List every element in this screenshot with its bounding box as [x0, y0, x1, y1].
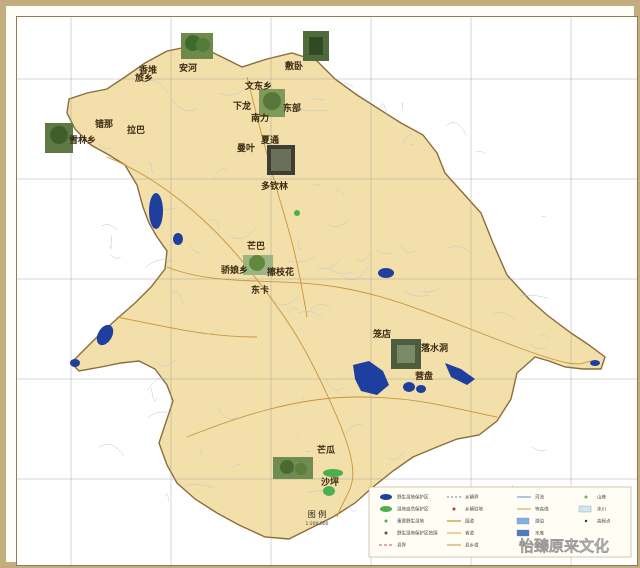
legend-item: 山峰	[597, 494, 606, 501]
place-label-nanla: 南力	[251, 112, 269, 124]
place-label-laba: 拉巴	[127, 124, 145, 136]
legend-item: 省道	[465, 530, 474, 537]
stream	[476, 151, 486, 154]
map-canvas: 香堆 安河 旅乡 文东乡 敷卧 东部 下龙 南力 拉巴 雪林乡 错那 夏通 曼叶 多钦林 芒巴 骄娘乡 擦枝花东…	[16, 16, 638, 566]
legend-item: 湿地自然保护区	[397, 506, 429, 513]
stream	[109, 254, 121, 259]
place-label-longlong: 笼店	[372, 328, 391, 340]
legend-scale: 1:200,000	[306, 521, 329, 527]
map-frame: 香堆 安河 旅乡 文东乡 敷卧 东部 下龙 南力 拉巴 雪林乡 错那 夏通 曼叶 多钦林 芒巴 骄娘乡 擦枝花东…	[0, 0, 640, 568]
legend-item: 湖泊	[535, 518, 544, 525]
stream	[446, 122, 467, 136]
legend-item: 冰川	[597, 506, 606, 513]
legend-item: 国道	[465, 518, 474, 525]
place-label-wendong: 文东乡	[244, 80, 272, 92]
place-label-tsona: 错那	[95, 118, 113, 130]
stream	[165, 493, 170, 501]
map-svg: 香堆 安河旅乡文东乡敷卧东部下龙南力拉巴雪林乡错那夏通曼叶多钦林芒巴骄娘乡 擦枝花东…	[17, 17, 637, 565]
place-label-dongka: 东卡	[251, 284, 269, 296]
legend-item: 等高线	[535, 506, 549, 513]
place-label-xuelin: 雪林乡	[69, 134, 96, 146]
place-label-luoshui: 落水洞	[421, 342, 448, 354]
stream	[531, 446, 547, 451]
stream	[109, 235, 113, 249]
legend-item: 重要野生湿地	[397, 518, 424, 525]
place-label-xiankuo: 敷卧	[285, 60, 303, 72]
legend-item: 高程点	[597, 518, 611, 525]
lake	[173, 233, 183, 245]
lake	[403, 382, 415, 392]
legend-item: 野生湿地保护区范围	[397, 530, 438, 537]
place-label-manga: 芒瓜	[317, 444, 335, 456]
place-label-anyuan: 安河	[179, 62, 197, 74]
stream	[151, 388, 157, 401]
wetland	[294, 210, 300, 216]
lake	[378, 268, 394, 278]
lake	[416, 385, 426, 393]
watermark: 怡臻原来文化	[519, 537, 609, 555]
legend-item: 水库	[535, 530, 544, 537]
place-label-xiangchang: 旅乡	[135, 72, 153, 84]
place-label-manshi: 曼叶	[237, 142, 255, 154]
legend-item: 野生湿地保护区	[397, 494, 429, 501]
place-label-maoba: 芒巴	[247, 240, 265, 252]
lake	[590, 360, 600, 366]
place-label-baiyi: 擦枝花	[267, 266, 294, 278]
stream	[101, 224, 118, 231]
place-label-dongbu: 东部	[283, 102, 301, 114]
place-label-shaping: 沙坪	[321, 476, 339, 488]
lake	[149, 193, 163, 229]
legend-item: 县界	[397, 543, 406, 549]
stream	[98, 444, 125, 457]
legend-item: 乡镇界	[465, 494, 479, 501]
place-label-xiatong: 夏通	[260, 134, 279, 146]
place-label-jiaolong: 骄娘乡	[220, 264, 248, 276]
legend-item: 县乡道	[465, 542, 479, 549]
place-label-yanhai: 营盘	[415, 370, 433, 382]
wetland	[323, 469, 343, 477]
place-label-duo: 多钦林	[261, 180, 289, 192]
legend-item: 河流	[535, 494, 544, 501]
legend-title: 图 例	[308, 509, 327, 519]
legend-item: 乡镇驻地	[465, 506, 483, 513]
lake	[70, 359, 80, 367]
place-label-xiaolong: 下龙	[233, 100, 251, 112]
county-boundary	[66, 44, 606, 540]
